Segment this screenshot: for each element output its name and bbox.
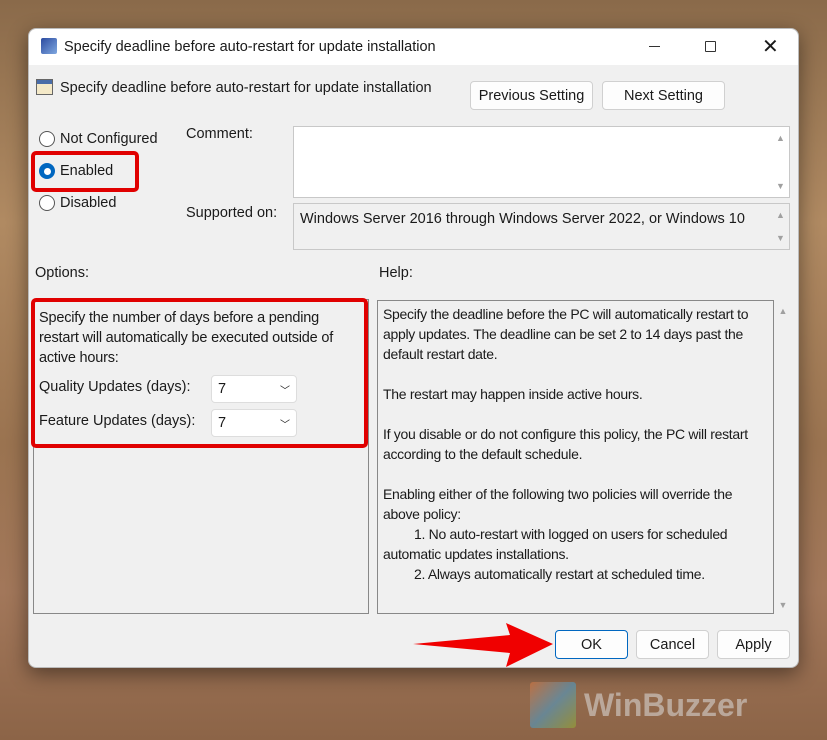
radio-icon [39,131,55,147]
radio-icon [39,195,55,211]
title-bar: Specify deadline before auto-restart for… [29,29,798,65]
policy-icon [41,38,57,54]
help-list-item: 2. Always automatically restart at sched… [414,566,705,582]
window-title: Specify deadline before auto-restart for… [64,39,436,55]
help-label: Help: [379,265,413,281]
policy-name: Specify deadline before auto-restart for… [60,80,432,96]
radio-not-configured[interactable]: Not Configured [39,131,158,147]
arrow-annotation [413,623,553,667]
help-panel: Specify the deadline before the PC will … [377,300,774,614]
ok-button[interactable]: OK [555,630,628,659]
help-paragraph: If you disable or do not configure this … [383,426,748,462]
help-scrollbar[interactable]: ▲ ▼ [776,300,790,614]
supported-label: Supported on: [186,205,278,221]
help-paragraph: Specify the deadline before the PC will … [383,306,749,362]
minimize-icon[interactable] [649,46,660,47]
watermark-logo: WinBuzzer [530,682,747,728]
supported-on-field: Windows Server 2016 through Windows Serv… [293,203,790,250]
next-setting-button[interactable]: Next Setting [602,81,725,110]
scrollbar[interactable]: ▲ ▼ [772,204,789,249]
apply-button[interactable]: Apply [717,630,790,659]
radio-disabled[interactable]: Disabled [39,195,116,211]
close-icon[interactable]: ✕ [762,34,779,59]
scrollbar[interactable]: ▲ ▼ [772,127,789,197]
help-paragraph: The restart may happen inside active hou… [383,386,643,402]
setting-icon [36,79,53,95]
help-paragraph: Enabling either of the following two pol… [383,486,733,522]
comment-label: Comment: [186,126,253,142]
cancel-button[interactable]: Cancel [636,630,709,659]
highlight-options [31,298,368,448]
highlight-enabled [31,151,139,192]
options-label: Options: [35,265,89,281]
maximize-icon[interactable] [705,41,716,52]
help-list-item: 1. No auto-restart with logged on users … [383,526,728,562]
previous-setting-button[interactable]: Previous Setting [470,81,593,110]
comment-input[interactable]: ▲ ▼ [293,126,790,198]
policy-dialog: Specify deadline before auto-restart for… [28,28,799,668]
